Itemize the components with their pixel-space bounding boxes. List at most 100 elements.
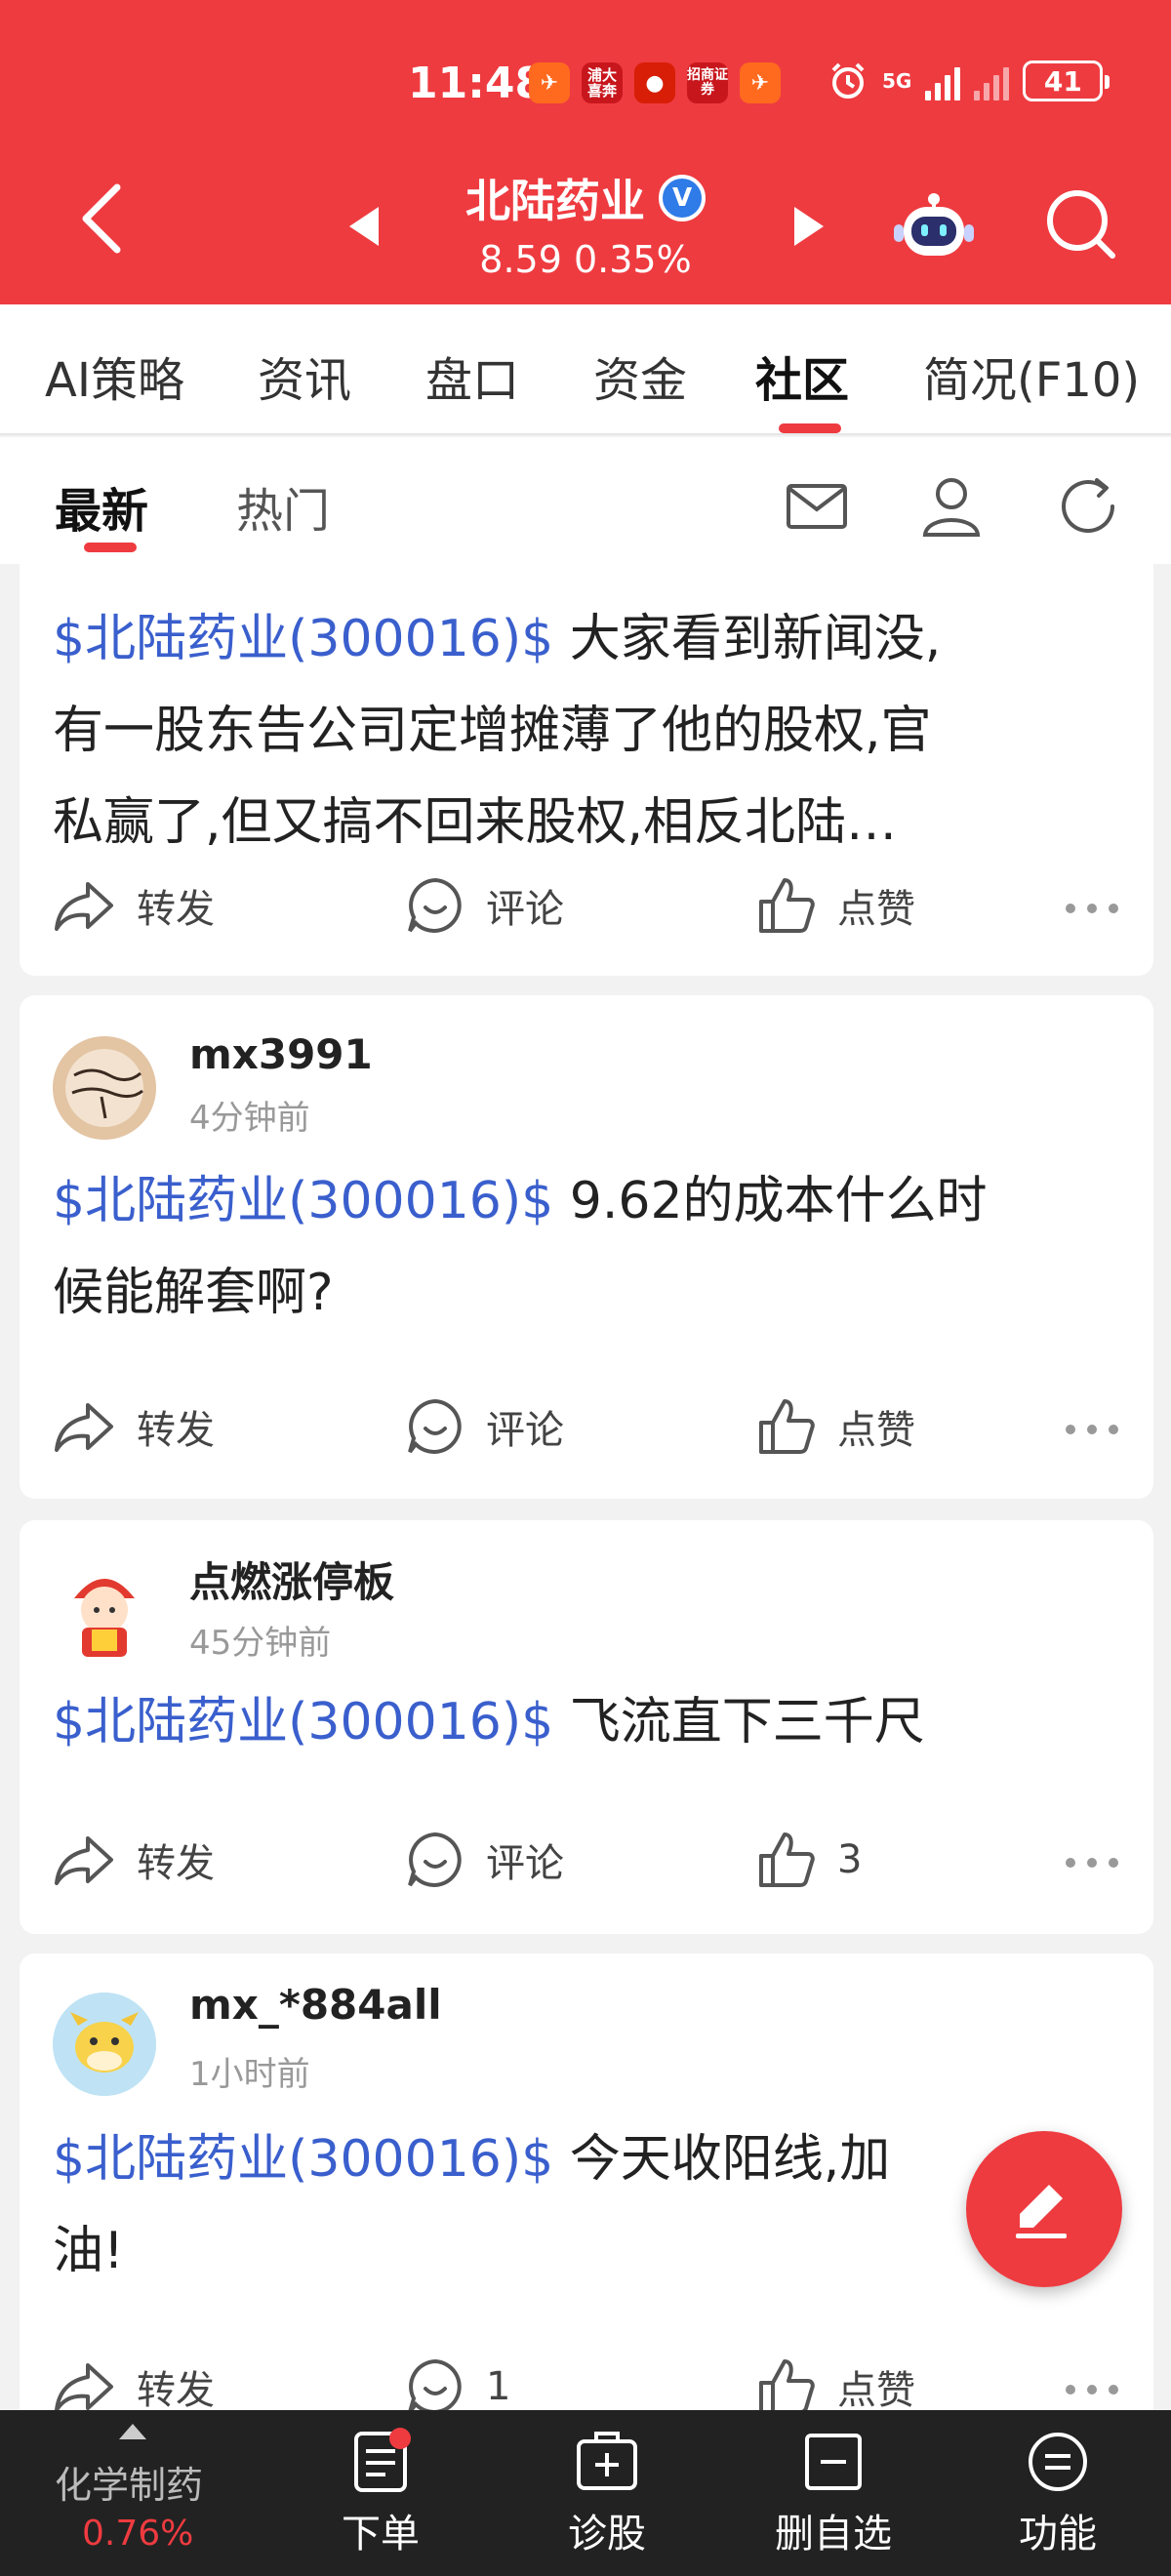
status-time: 11:48	[408, 59, 545, 108]
avatar-image	[53, 1036, 156, 1140]
diagnose-button[interactable]: 诊股	[519, 2430, 695, 2558]
post-text-line: 私赢了,但又搞不回来股权,相反北陆…	[53, 793, 898, 852]
compose-post-button[interactable]	[966, 2131, 1122, 2287]
post-card[interactable]: $北陆药业(300016)$ 大家看到新闻没, 有一股东告公司定增摊薄了他的股权…	[20, 564, 1153, 976]
more-options-icon[interactable]	[1066, 904, 1118, 913]
network-type: 5G	[882, 69, 912, 93]
community-feed[interactable]: $北陆药业(300016)$ 大家看到新闻没, 有一股东告公司定增摊薄了他的股权…	[0, 564, 1171, 2410]
sector-name[interactable]: 化学制药	[55, 2455, 203, 2509]
tab-order-book[interactable]: 盘口	[425, 342, 519, 410]
app-notification-icon: ✈	[529, 62, 570, 103]
battery-icon: 41	[1023, 60, 1110, 101]
share-icon	[55, 882, 113, 931]
like-label: 点赞	[837, 887, 915, 932]
stock-tag-link[interactable]: $北陆药业(300016)$	[53, 610, 553, 668]
sector-change: 0.76%	[82, 2514, 194, 2554]
verified-badge-icon: V	[659, 175, 706, 221]
back-arrow-icon[interactable]	[68, 180, 139, 258]
tab-profile-f10[interactable]: 简况(F10)	[923, 342, 1140, 410]
tab-community[interactable]: 社区	[755, 342, 849, 410]
post-actions: 转发 评论 点赞	[20, 876, 1153, 945]
share-button[interactable]: 转发	[53, 876, 215, 935]
username[interactable]: mx3991	[189, 1030, 373, 1078]
comment-button[interactable]: 评论	[406, 876, 564, 935]
stock-price: 8.59 0.35%	[479, 238, 692, 281]
post-card[interactable]: 点燃涨停板 45分钟前 $北陆药业(300016)$ 飞流直下三千尺 转发 评论…	[20, 1520, 1153, 1934]
app-notification-icon: ✈	[740, 62, 781, 103]
active-tab-indicator	[779, 423, 841, 433]
avatar-image	[53, 1559, 156, 1663]
tab-news[interactable]: 资讯	[258, 342, 351, 410]
bottom-action-bar: 化学制药 0.76% 下单 诊股 删自选 功能	[0, 2410, 1171, 2576]
search-icon[interactable]	[1042, 185, 1120, 263]
avatar[interactable]	[53, 1559, 156, 1663]
functions-label: 功能	[1019, 2512, 1097, 2556]
comment-icon	[408, 877, 462, 933]
post-text-line: 飞流直下三千尺	[553, 1693, 925, 1751]
remove-icon	[805, 2434, 862, 2490]
subtab-hot[interactable]: 热门	[236, 472, 330, 541]
share-button[interactable]: 转发	[53, 1397, 215, 1456]
comment-button[interactable]: 评论	[406, 1831, 564, 1889]
share-label: 转发	[137, 887, 215, 932]
order-label: 下单	[342, 2512, 420, 2556]
comment-icon	[408, 2358, 462, 2410]
stock-name: 北陆药业	[465, 175, 645, 227]
comment-button[interactable]: 评论	[406, 1397, 564, 1456]
post-time: 4分钟前	[189, 1099, 310, 1138]
post-time: 45分钟前	[189, 1624, 332, 1663]
like-button[interactable]: 3	[757, 1831, 862, 1889]
post-text-line: 有一股东告公司定增摊薄了他的股权,官	[53, 702, 932, 760]
post-time: 1小时前	[189, 2055, 310, 2094]
post-actions: 转发 评论 点赞	[20, 1397, 1153, 1466]
refresh-icon[interactable]	[1054, 472, 1122, 541]
stock-tag-link[interactable]: $北陆药业(300016)$	[53, 1693, 553, 1751]
mail-icon[interactable]	[783, 472, 851, 541]
stock-tag-link[interactable]: $北陆药业(300016)$	[53, 2130, 553, 2189]
like-button[interactable]: 点赞	[757, 1397, 915, 1456]
post-text-line: 油!	[53, 2222, 124, 2280]
share-button[interactable]: 转发	[53, 1831, 215, 1889]
sector-expand-arrow-icon[interactable]	[119, 2424, 146, 2439]
post-text-line: 大家看到新闻没,	[553, 610, 942, 668]
order-button[interactable]: 下单	[293, 2428, 468, 2558]
tab-funds[interactable]: 资金	[593, 342, 687, 410]
ai-robot-icon[interactable]	[890, 185, 978, 273]
diagnose-icon	[577, 2432, 637, 2490]
next-stock-arrow-icon[interactable]	[794, 207, 824, 246]
post-content[interactable]: $北陆药业(300016)$ 飞流直下三千尺	[53, 1676, 1126, 1768]
comment-label: 评论	[486, 1408, 564, 1453]
more-options-icon[interactable]	[1066, 1425, 1118, 1434]
functions-button[interactable]: 功能	[970, 2430, 1146, 2558]
post-content[interactable]: $北陆药业(300016)$ 9.62的成本什么时 候能解套啊?	[53, 1155, 1126, 1339]
share-label: 转发	[137, 1408, 215, 1453]
like-button[interactable]: 点赞	[757, 2357, 915, 2410]
post-text-line: 9.62的成本什么时	[553, 1172, 988, 1230]
menu-circle-icon	[1029, 2433, 1087, 2491]
share-icon	[55, 2363, 113, 2410]
username[interactable]: 点燃涨停板	[189, 1550, 394, 1609]
more-options-icon[interactable]	[1066, 2385, 1118, 2395]
comment-button[interactable]: 1	[406, 2357, 510, 2410]
post-content[interactable]: $北陆药业(300016)$ 大家看到新闻没, 有一股东告公司定增摊薄了他的股权…	[53, 593, 1126, 868]
avatar[interactable]	[53, 1036, 156, 1140]
username[interactable]: mx_*884all	[189, 1981, 442, 2029]
post-text-line: 候能解套啊?	[53, 1264, 334, 1322]
stock-tag-link[interactable]: $北陆药业(300016)$	[53, 1172, 553, 1230]
like-button[interactable]: 点赞	[757, 876, 915, 935]
tab-ai-strategy[interactable]: AI策略	[45, 342, 184, 410]
prev-stock-arrow-icon[interactable]	[349, 207, 379, 246]
avatar[interactable]	[53, 1992, 156, 2096]
signal-icon-secondary	[974, 61, 1010, 101]
sub-tab-bar: 最新 热门	[0, 437, 1171, 564]
more-options-icon[interactable]	[1066, 1858, 1118, 1868]
remove-watchlist-button[interactable]: 删自选	[746, 2430, 921, 2558]
notification-icons: ✈ 浦大喜奔 ● 招商证券 ✈	[529, 62, 781, 103]
comment-count: 1	[486, 2364, 511, 2409]
share-button[interactable]: 转发	[53, 2357, 215, 2410]
subtab-latest[interactable]: 最新	[55, 472, 148, 541]
post-card[interactable]: mx3991 4分钟前 $北陆药业(300016)$ 9.62的成本什么时 候能…	[20, 995, 1153, 1499]
user-icon[interactable]	[917, 472, 986, 541]
avatar-image	[53, 1992, 156, 2096]
post-content[interactable]: $北陆药业(300016)$ 今天收阳线,加 油!	[53, 2113, 1126, 2297]
